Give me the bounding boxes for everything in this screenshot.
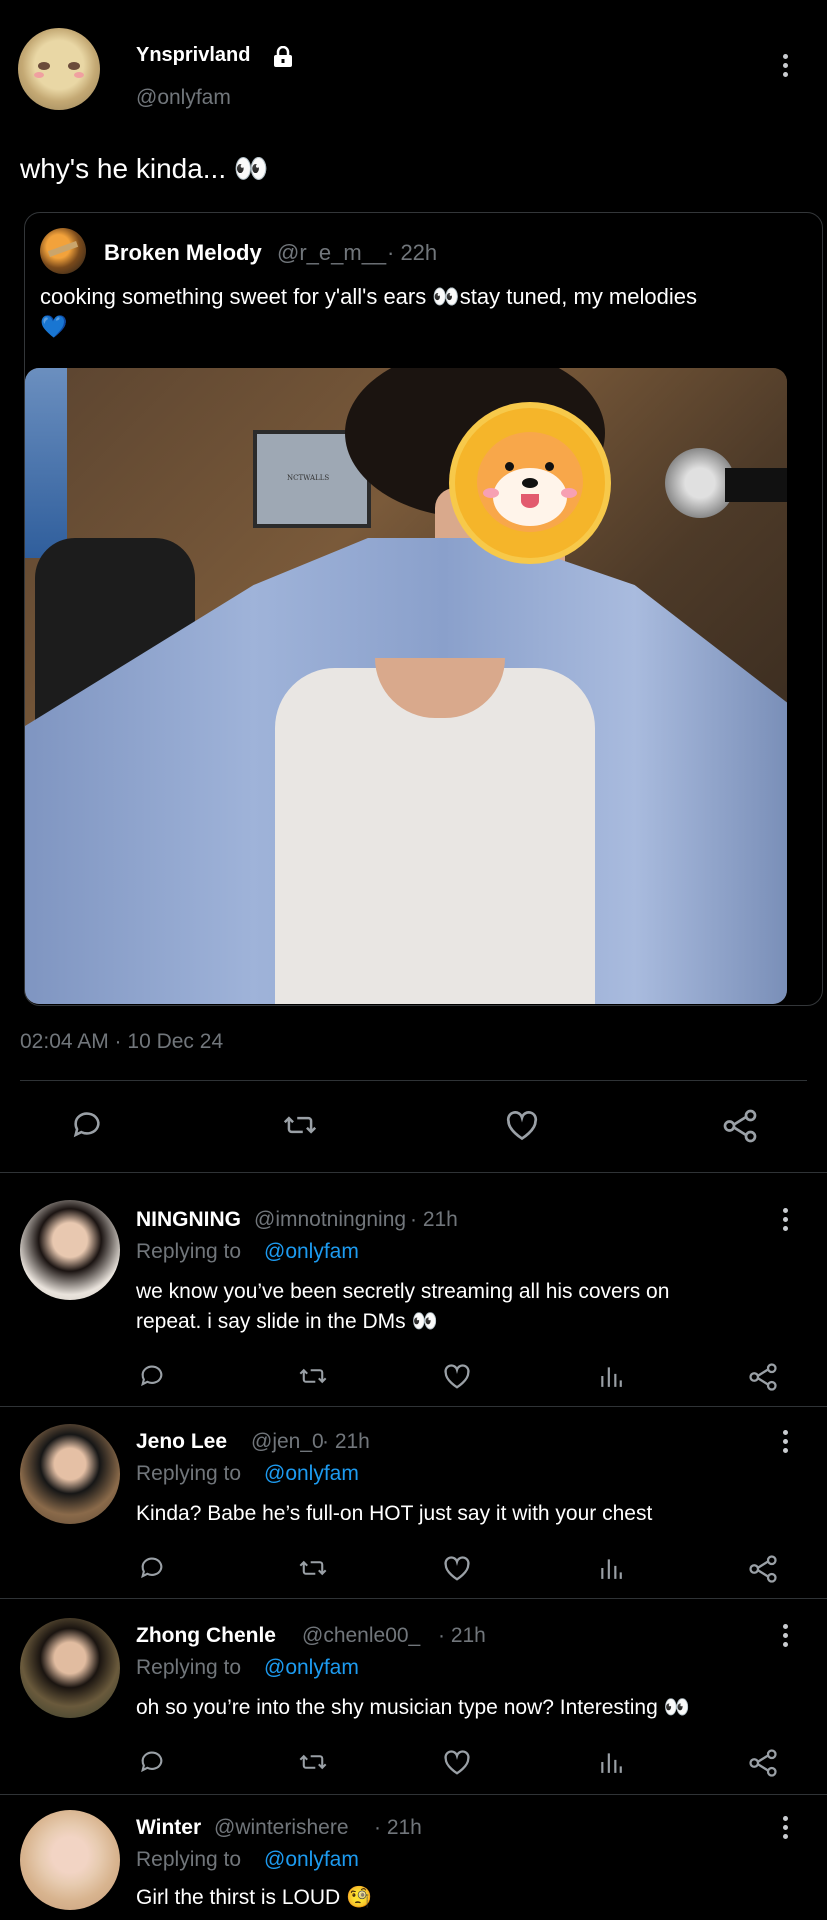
- reply-author-name[interactable]: Jeno Lee: [136, 1430, 227, 1454]
- replying-to-link[interactable]: @onlyfam: [264, 1240, 359, 1264]
- views-icon[interactable]: [598, 1554, 624, 1582]
- replying-to-prefix: Replying to: [136, 1656, 242, 1679]
- quoted-time: · 22h: [387, 240, 438, 265]
- reply-time: · 21h: [438, 1624, 486, 1647]
- replying-to-prefix: Replying to: [136, 1848, 242, 1871]
- reply-icon[interactable]: [70, 1108, 104, 1142]
- reply-avatar[interactable]: [20, 1810, 120, 1910]
- reply-time: · 21h: [410, 1208, 458, 1231]
- quoted-author-avatar[interactable]: [40, 228, 86, 274]
- divider: [0, 1598, 827, 1599]
- quoted-text-line2: 💙: [40, 314, 68, 339]
- retweet-icon[interactable]: [282, 1108, 318, 1142]
- author-handle[interactable]: @onlyfam: [136, 86, 231, 110]
- like-icon[interactable]: [442, 1748, 472, 1776]
- divider: [0, 1794, 827, 1795]
- more-icon[interactable]: [783, 1208, 789, 1235]
- quoted-media-image[interactable]: NCTWALLS: [25, 368, 787, 1004]
- author-name[interactable]: Ynsprivland: [136, 44, 250, 67]
- replying-to-link[interactable]: @onlyfam: [264, 1848, 359, 1872]
- replying-to-link[interactable]: @onlyfam: [264, 1656, 359, 1680]
- author-avatar[interactable]: [18, 28, 100, 110]
- like-icon[interactable]: [442, 1362, 472, 1390]
- divider: [0, 1172, 827, 1173]
- reply-text-line1: Kinda? Babe he’s full-on HOT just say it…: [136, 1502, 653, 1525]
- more-icon[interactable]: [783, 54, 789, 81]
- more-icon[interactable]: [783, 1816, 789, 1843]
- reply-text-line1: oh so you’re into the shy musician type …: [136, 1696, 690, 1719]
- reply-text-line1: Girl the thirst is LOUD 🧐: [136, 1886, 373, 1909]
- reply-icon[interactable]: [138, 1554, 166, 1582]
- reply-avatar[interactable]: [20, 1424, 120, 1524]
- share-icon[interactable]: [748, 1748, 778, 1778]
- replying-to-link[interactable]: @onlyfam: [264, 1462, 359, 1486]
- lock-icon: [272, 46, 294, 68]
- reply-icon[interactable]: [138, 1748, 166, 1776]
- reply-time: · 21h: [374, 1816, 422, 1839]
- divider: [20, 1080, 807, 1081]
- quoted-author-handle[interactable]: @r_e_m__: [277, 240, 386, 266]
- reply-author-name[interactable]: NINGNING: [136, 1208, 241, 1232]
- reply-text-line2: repeat. i say slide in the DMs 👀: [136, 1310, 438, 1333]
- reply-author-handle[interactable]: @jen_0: [251, 1430, 324, 1454]
- dog-sticker: [455, 408, 605, 558]
- reply-avatar[interactable]: [20, 1618, 120, 1718]
- reply-author-handle[interactable]: @winterishere: [214, 1816, 349, 1840]
- reply-text-line1: we know you’ve been secretly streaming a…: [136, 1280, 670, 1303]
- reply-author-handle[interactable]: @chenle00_: [302, 1624, 420, 1648]
- more-icon[interactable]: [783, 1430, 789, 1457]
- share-icon[interactable]: [748, 1554, 778, 1584]
- reply-author-name[interactable]: Winter: [136, 1816, 201, 1840]
- replying-to-prefix: Replying to: [136, 1462, 242, 1485]
- retweet-icon[interactable]: [298, 1748, 328, 1776]
- views-icon[interactable]: [598, 1748, 624, 1776]
- reply-time: · 21h: [322, 1430, 370, 1453]
- divider: [0, 1406, 827, 1407]
- like-icon[interactable]: [442, 1554, 472, 1582]
- reply-author-handle[interactable]: @imnotningning: [254, 1208, 406, 1232]
- reply-icon[interactable]: [138, 1362, 166, 1390]
- post-timestamp: 02:04 AM · 10 Dec 24: [20, 1030, 224, 1053]
- retweet-icon[interactable]: [298, 1554, 328, 1582]
- like-icon[interactable]: [504, 1108, 540, 1142]
- quoted-author-name[interactable]: Broken Melody: [104, 240, 262, 266]
- views-icon[interactable]: [598, 1362, 624, 1390]
- replying-to-prefix: Replying to: [136, 1240, 242, 1263]
- more-icon[interactable]: [783, 1624, 789, 1651]
- share-icon[interactable]: [748, 1362, 778, 1392]
- monitor-label: NCTWALLS: [287, 474, 330, 482]
- post-text: why's he kinda... 👀: [20, 153, 269, 184]
- share-icon[interactable]: [722, 1108, 758, 1144]
- quoted-text-line1: cooking something sweet for y'all's ears…: [40, 284, 697, 309]
- reply-avatar[interactable]: [20, 1200, 120, 1300]
- retweet-icon[interactable]: [298, 1362, 328, 1390]
- reply-author-name[interactable]: Zhong Chenle: [136, 1624, 276, 1648]
